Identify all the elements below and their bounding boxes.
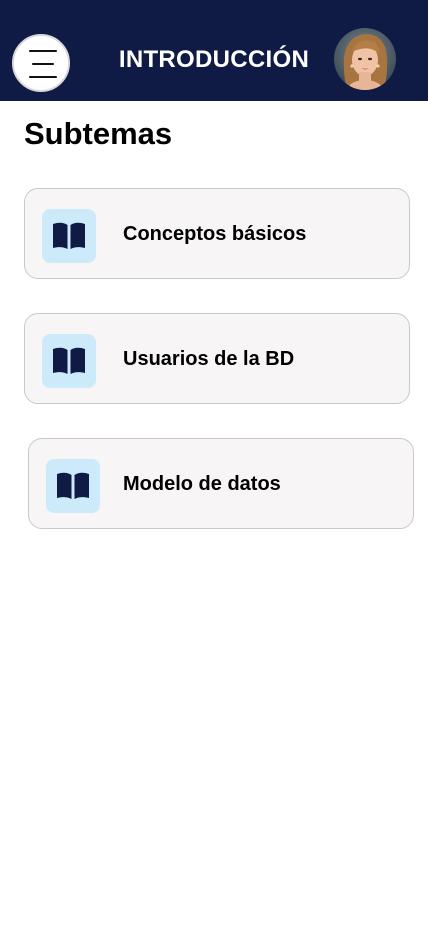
subtopic-card-modelo-datos[interactable]: Modelo de datos bbox=[28, 438, 414, 529]
subtopic-card-usuarios-bd[interactable]: Usuarios de la BD bbox=[24, 313, 410, 404]
subtopic-label: Usuarios de la BD bbox=[123, 348, 295, 370]
open-book-icon bbox=[53, 222, 85, 249]
open-book-icon bbox=[53, 347, 85, 374]
app-header: INTRODUCCIÓN bbox=[0, 0, 428, 101]
section-title: Subtemas bbox=[24, 116, 173, 151]
book-icon-container bbox=[42, 334, 96, 388]
subtopic-card-conceptos-basicos[interactable]: Conceptos básicos bbox=[24, 188, 410, 279]
menu-button[interactable] bbox=[12, 34, 70, 92]
subtopic-label: Conceptos básicos bbox=[123, 223, 307, 245]
subtopic-label: Modelo de datos bbox=[123, 473, 281, 495]
hamburger-menu-icon bbox=[29, 50, 57, 52]
book-icon-container bbox=[46, 459, 100, 513]
hamburger-menu-icon-line bbox=[32, 63, 54, 65]
avatar[interactable] bbox=[334, 28, 396, 90]
book-icon-container bbox=[42, 209, 96, 263]
page-title: INTRODUCCIÓN bbox=[118, 46, 310, 73]
avatar-photo-icon bbox=[334, 28, 396, 90]
hamburger-menu-icon-line bbox=[29, 76, 57, 78]
open-book-icon bbox=[57, 472, 89, 499]
